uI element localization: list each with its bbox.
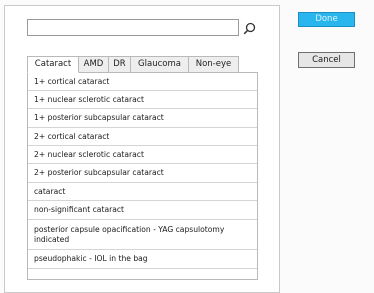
list-item[interactable]: posterior capsule opacification - YAG ca… xyxy=(28,220,257,250)
list-item[interactable]: 1+ posterior subcapsular cataract xyxy=(28,109,257,128)
list-item[interactable]: cataract xyxy=(28,183,257,201)
list-item[interactable]: 2+ cortical cataract xyxy=(28,128,257,146)
cancel-button[interactable]: Cancel xyxy=(298,52,355,68)
tab-amd[interactable]: AMD xyxy=(79,56,109,73)
diagnosis-list: 1+ cortical cataract 1+ nuclear scleroti… xyxy=(27,72,258,280)
search-input[interactable] xyxy=(27,19,239,36)
tab-non-eye[interactable]: Non-eye xyxy=(189,56,239,73)
category-tabs: Cataract AMD DR Glaucoma Non-eye xyxy=(27,56,239,73)
search-icon xyxy=(243,22,255,34)
list-item[interactable]: 1+ nuclear sclerotic cataract xyxy=(28,91,257,109)
done-button[interactable]: Done xyxy=(298,12,355,27)
tab-glaucoma[interactable]: Glaucoma xyxy=(131,56,189,73)
list-item[interactable]: pseudophakic - IOL in the bag xyxy=(28,250,257,269)
list-item[interactable]: 1+ cortical cataract xyxy=(28,73,257,91)
list-item[interactable]: 2+ posterior subcapsular cataract xyxy=(28,164,257,183)
list-item[interactable]: non-significant cataract xyxy=(28,201,257,220)
search-button[interactable] xyxy=(241,19,257,37)
tab-cataract[interactable]: Cataract xyxy=(27,56,79,73)
tab-dr[interactable]: DR xyxy=(109,56,131,73)
list-item[interactable]: 2+ nuclear sclerotic cataract xyxy=(28,146,257,164)
